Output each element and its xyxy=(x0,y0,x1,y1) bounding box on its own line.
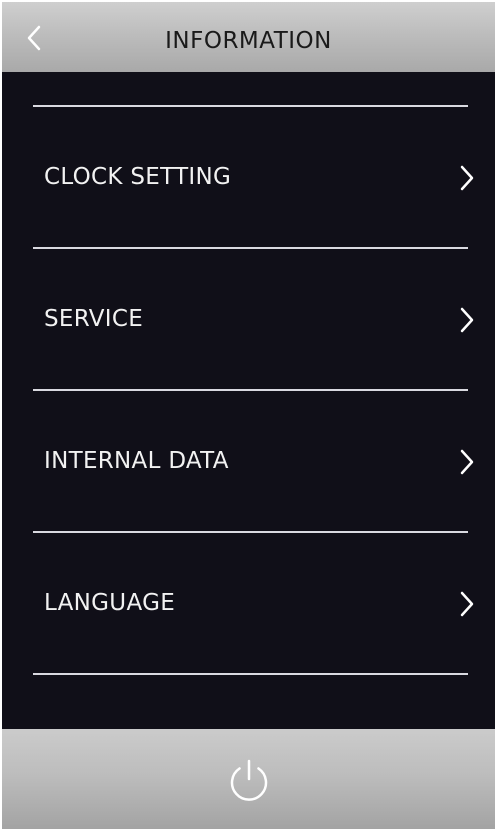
menu-item-service[interactable]: SERVICE xyxy=(2,249,495,389)
information-screen: INFORMATION CLOCK SETTING SERVICE INTERN… xyxy=(2,2,495,829)
menu-item-label: CLOCK SETTING xyxy=(44,164,232,190)
menu-item-label: LANGUAGE xyxy=(44,590,176,616)
power-button[interactable] xyxy=(224,755,274,805)
header-bar: INFORMATION xyxy=(2,2,495,72)
power-icon xyxy=(230,759,268,801)
menu-item-internal-data[interactable]: INTERNAL DATA xyxy=(2,391,495,531)
menu-item-label: INTERNAL DATA xyxy=(44,448,229,474)
footer-bar xyxy=(2,729,495,829)
menu-list: CLOCK SETTING SERVICE INTERNAL DATA LANG… xyxy=(2,72,495,728)
chevron-right-icon xyxy=(460,591,474,617)
menu-item-language[interactable]: LANGUAGE xyxy=(2,533,495,673)
page-title: INFORMATION xyxy=(165,28,332,54)
chevron-right-icon xyxy=(460,307,474,333)
menu-item-clock-setting[interactable]: CLOCK SETTING xyxy=(2,107,495,247)
divider xyxy=(33,673,468,675)
menu-item-label: SERVICE xyxy=(44,306,144,332)
chevron-right-icon xyxy=(460,165,474,191)
chevron-right-icon xyxy=(460,449,474,475)
